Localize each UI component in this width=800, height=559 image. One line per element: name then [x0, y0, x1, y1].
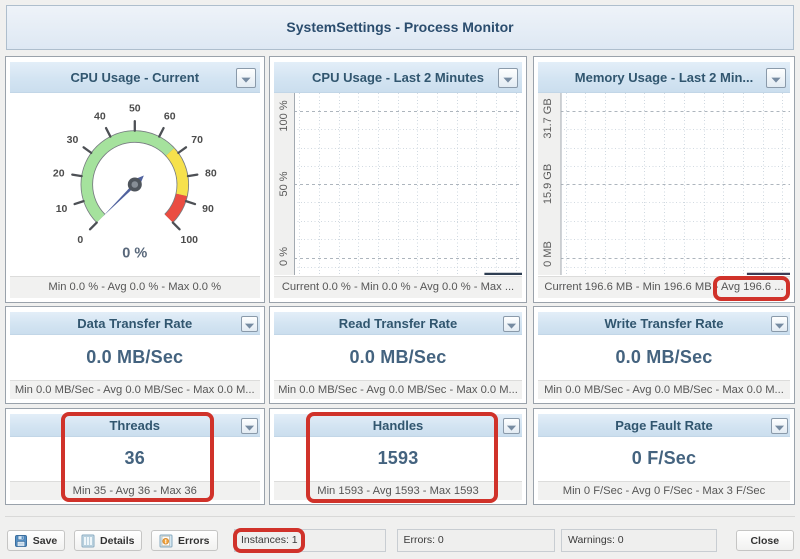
svg-text:15.9 GB: 15.9 GB	[542, 163, 554, 203]
svg-text:60: 60	[164, 111, 176, 123]
svg-text:30: 30	[67, 134, 79, 146]
svg-text:70: 70	[191, 134, 203, 146]
svg-text:0 %: 0 %	[278, 246, 290, 265]
svg-text:100: 100	[180, 234, 198, 246]
svg-text:10: 10	[56, 203, 68, 215]
svg-text:31.7 GB: 31.7 GB	[542, 98, 554, 138]
svg-text:0: 0	[77, 234, 83, 246]
svg-text:50 %: 50 %	[278, 171, 290, 196]
svg-text:40: 40	[94, 111, 106, 123]
svg-text:80: 80	[205, 167, 217, 179]
svg-text:50: 50	[129, 102, 141, 114]
svg-text:100 %: 100 %	[278, 100, 290, 131]
svg-text:0 %: 0 %	[122, 246, 147, 262]
svg-text:90: 90	[202, 203, 214, 215]
svg-text:0 MB: 0 MB	[542, 241, 554, 267]
svg-text:20: 20	[53, 167, 65, 179]
